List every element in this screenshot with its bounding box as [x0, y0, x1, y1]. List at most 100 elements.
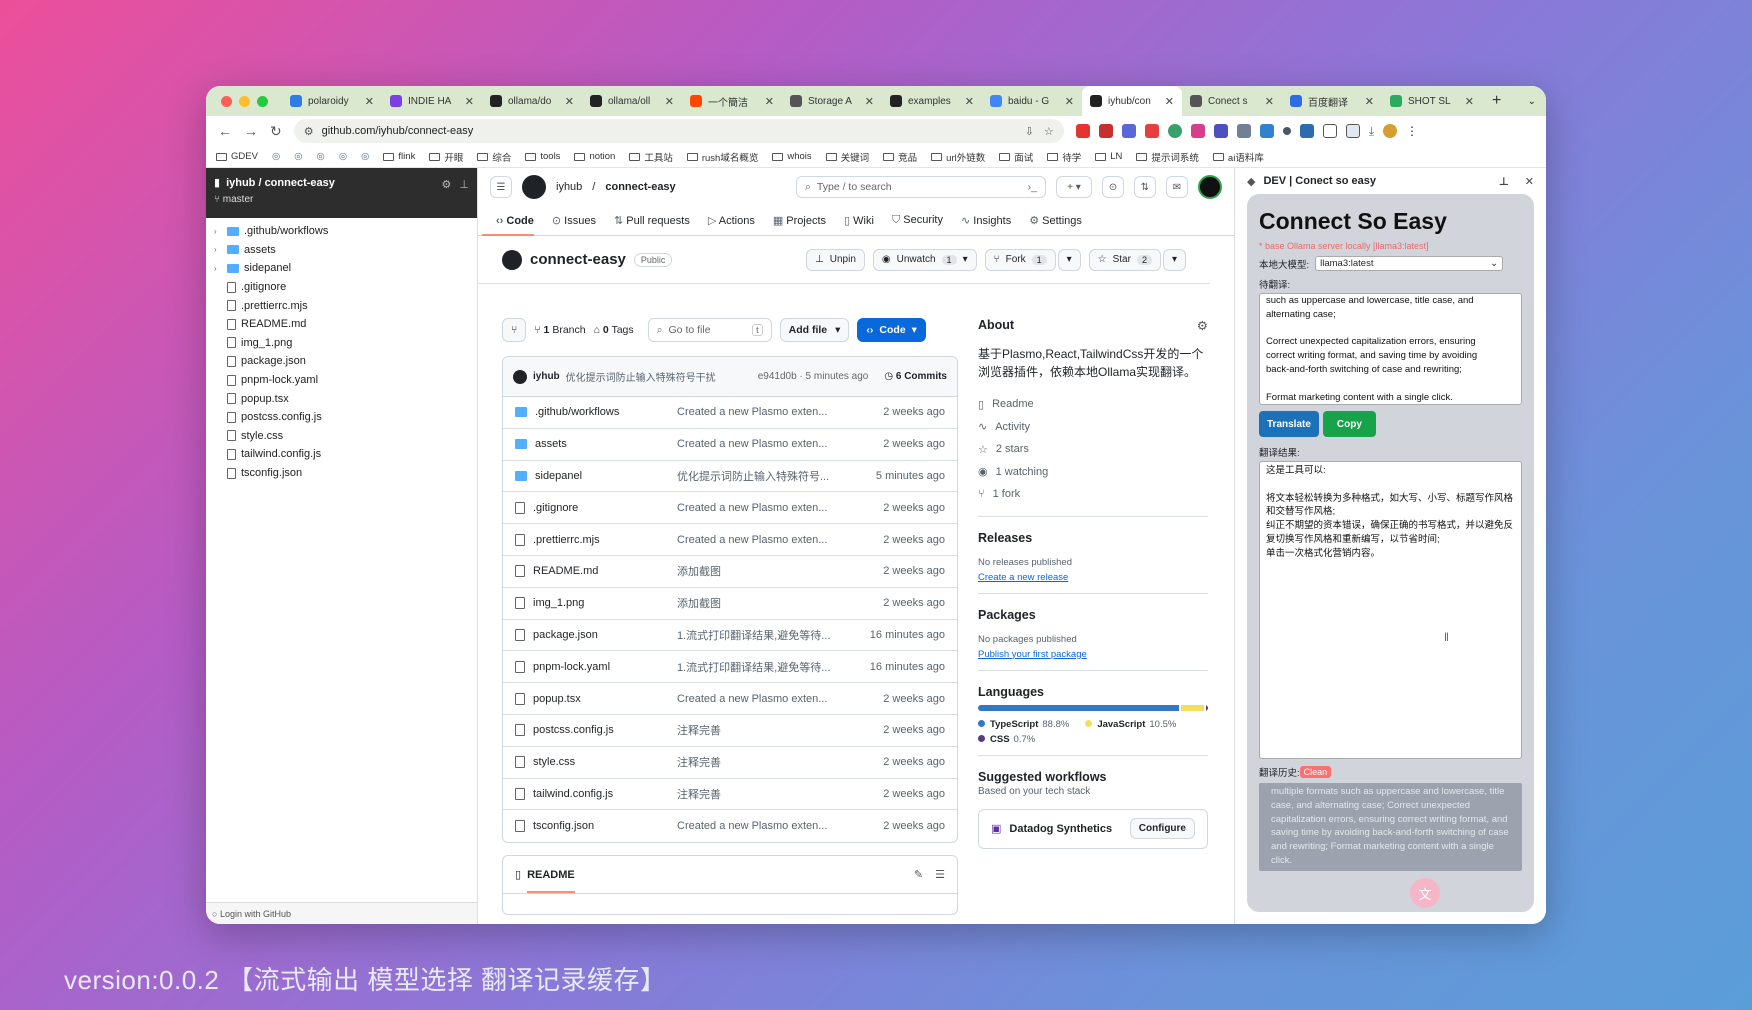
login-footer[interactable]: ○ Login with GitHub: [206, 902, 477, 924]
create-release-link[interactable]: Create a new release: [978, 572, 1208, 583]
search-input[interactable]: ⌕ Type / to search ›_: [796, 176, 1046, 198]
file-name[interactable]: .prettierrc.mjs: [533, 534, 600, 546]
bookmark-item[interactable]: url外链数: [931, 150, 985, 164]
tab-security[interactable]: ⛉ Security: [892, 214, 943, 227]
extension-icon[interactable]: [1144, 124, 1159, 138]
tab-close-icon[interactable]: ✕: [1465, 95, 1474, 108]
browser-tab[interactable]: Storage A ✕: [782, 86, 882, 116]
issues-icon[interactable]: ⊙: [1102, 176, 1124, 198]
extension-icon[interactable]: [1098, 124, 1113, 138]
tab-close-icon[interactable]: ✕: [865, 95, 874, 108]
packages-title[interactable]: Packages: [978, 608, 1208, 622]
language-item[interactable]: TypeScript 88.8%: [978, 719, 1069, 730]
owner-link[interactable]: iyhub: [556, 181, 582, 193]
extension-icon[interactable]: [1075, 124, 1090, 138]
bookmark-item[interactable]: 待学: [1047, 150, 1081, 164]
pin-icon[interactable]: ⊥: [459, 178, 469, 191]
pull-requests-icon[interactable]: ⇅: [1134, 176, 1156, 198]
tree-item[interactable]: style.css: [206, 427, 477, 446]
bookmark-item[interactable]: ai语料库: [1212, 150, 1264, 164]
browser-tab[interactable]: SHOT SL ✕: [1382, 86, 1482, 116]
file-name[interactable]: .gitignore: [533, 502, 578, 514]
user-avatar[interactable]: [1198, 175, 1222, 199]
commit-message-cell[interactable]: 注释完善: [677, 786, 837, 802]
tab-close-icon[interactable]: ✕: [1065, 95, 1074, 108]
install-icon[interactable]: ⇩: [1025, 125, 1034, 138]
tab-issues[interactable]: ⊙ Issues: [552, 214, 596, 227]
extension-icon[interactable]: [1121, 124, 1136, 138]
translate-button[interactable]: Translate: [1259, 411, 1319, 437]
bookmark-item[interactable]: 关键词: [825, 150, 869, 164]
commit-message-cell[interactable]: 注释完善: [677, 754, 837, 770]
about-meta-item[interactable]: ▯ Readme: [978, 393, 1208, 416]
panel-resize-handle[interactable]: ‖: [1444, 630, 1449, 644]
file-name[interactable]: .github/workflows: [535, 406, 619, 418]
repo-link[interactable]: connect-easy: [605, 181, 675, 193]
translate-float-button[interactable]: 文: [1410, 878, 1440, 908]
tab-close-icon[interactable]: ✕: [365, 95, 374, 108]
readme-tab[interactable]: README: [527, 869, 575, 893]
gear-icon[interactable]: ⚙: [1197, 318, 1208, 333]
tab-close-icon[interactable]: ✕: [965, 95, 974, 108]
commit-message-cell[interactable]: Created a new Plasmo exten...: [677, 820, 837, 832]
tags-link[interactable]: ⌂ 0 Tags: [594, 324, 634, 336]
branches-link[interactable]: ⑂ 1 Branch: [534, 324, 585, 336]
login-with-github-link[interactable]: Login with GitHub: [220, 909, 291, 919]
address-bar[interactable]: ⚙ github.com/iyhub/connect-easy ⇩ ☆: [293, 119, 1064, 143]
google-icon[interactable]: ◎: [294, 151, 302, 162]
tree-repo-name[interactable]: iyhub / connect-easy: [226, 177, 335, 189]
file-name[interactable]: tsconfig.json: [533, 820, 594, 832]
tab-actions[interactable]: ▷ Actions: [708, 214, 755, 227]
github-logo-icon[interactable]: [522, 175, 546, 199]
bookmark-star-icon[interactable]: ☆: [1044, 125, 1054, 138]
browser-tab[interactable]: Conect s ✕: [1182, 86, 1282, 116]
extension-icon[interactable]: [1282, 127, 1291, 135]
tree-item[interactable]: postcss.config.js: [206, 408, 477, 427]
go-to-file-input[interactable]: ⌕ Go to file t: [647, 318, 772, 342]
file-name[interactable]: assets: [535, 438, 567, 450]
about-meta-item[interactable]: ☆ 2 stars: [978, 438, 1208, 461]
copy-button[interactable]: Copy: [1322, 411, 1376, 437]
tree-item[interactable]: pnpm-lock.yaml: [206, 371, 477, 390]
tab-wiki[interactable]: ▯ Wiki: [844, 214, 874, 227]
profile-avatar[interactable]: [1383, 124, 1398, 138]
cloud-icon[interactable]: ◎: [317, 151, 325, 162]
tab-close-icon[interactable]: ✕: [765, 95, 774, 108]
about-meta-item[interactable]: ◉ 1 watching: [978, 461, 1208, 484]
extension-icon[interactable]: [1190, 124, 1205, 138]
commit-message-cell[interactable]: Created a new Plasmo exten...: [677, 438, 837, 450]
bookmark-item[interactable]: notion: [574, 151, 615, 162]
commit-message[interactable]: 优化提示词防止输入特殊符号干扰: [566, 369, 716, 384]
commit-message-cell[interactable]: 添加截图: [677, 563, 837, 579]
commit-message-cell[interactable]: Created a new Plasmo exten...: [677, 534, 837, 546]
tree-item[interactable]: › .github/workflows: [206, 222, 477, 241]
download-icon[interactable]: ⤓: [1369, 124, 1374, 139]
tab-insights[interactable]: ∿ Insights: [961, 214, 1011, 227]
bookmark-item[interactable]: rush域名概览: [686, 150, 758, 164]
pencil-icon[interactable]: ✎: [914, 868, 923, 881]
browser-tab[interactable]: 百度翻译 ✕: [1282, 86, 1382, 116]
bookmark-item[interactable]: tools: [525, 151, 560, 162]
publish-package-link[interactable]: Publish your first package: [978, 649, 1208, 660]
tab-close-icon[interactable]: ✕: [1165, 95, 1174, 108]
model-select[interactable]: llama3:latest ⌄: [1315, 256, 1504, 271]
tree-item[interactable]: README.md: [206, 315, 477, 334]
tab-close-icon[interactable]: ✕: [665, 95, 674, 108]
tab-settings[interactable]: ⚙ Settings: [1029, 214, 1082, 227]
fork-dropdown-button[interactable]: ▾: [1057, 248, 1081, 271]
puzzle-icon[interactable]: [1322, 124, 1337, 138]
translate-icon[interactable]: ◎: [339, 151, 347, 162]
forward-icon[interactable]: →: [244, 123, 258, 139]
tree-item[interactable]: tsconfig.json: [206, 464, 477, 483]
commit-message-cell[interactable]: 添加截图: [677, 595, 837, 611]
file-name[interactable]: style.css: [533, 756, 575, 768]
commit-author[interactable]: iyhub: [533, 371, 560, 382]
commit-message-cell[interactable]: 优化提示词防止输入特殊符号...: [677, 468, 837, 484]
minimize-window-button[interactable]: [239, 95, 250, 107]
commit-message-cell[interactable]: Created a new Plasmo exten...: [677, 693, 837, 705]
bookmark-item[interactable]: flink: [383, 151, 415, 162]
repo-title[interactable]: connect-easy: [530, 251, 626, 268]
site-settings-icon[interactable]: ⚙: [304, 125, 314, 138]
commit-message-cell[interactable]: 1.流式打印翻译结果,避免等待...: [677, 659, 837, 675]
drive-icon[interactable]: ◎: [361, 151, 369, 162]
